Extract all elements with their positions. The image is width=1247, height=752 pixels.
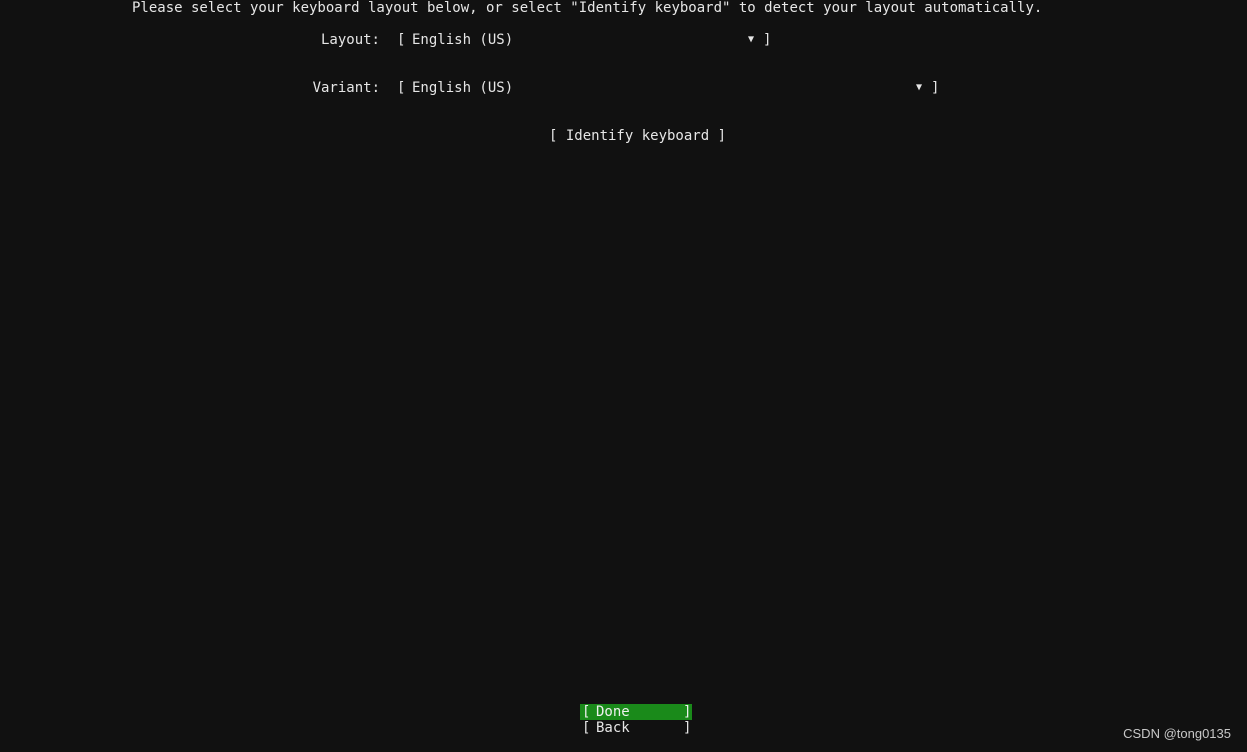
layout-select[interactable]: [ English (US) ▼ ]	[397, 32, 772, 48]
back-button-close-bracket: ]	[683, 720, 692, 736]
layout-select-value: English (US)	[412, 32, 514, 48]
layout-label: Layout:	[320, 32, 380, 48]
identify-keyboard-button[interactable]: [ Identify keyboard ]	[549, 128, 726, 144]
variant-select-value: English (US)	[412, 80, 514, 96]
layout-select-close-bracket: ]	[763, 32, 772, 48]
variant-label: Variant:	[312, 80, 380, 96]
instruction-text: Please select your keyboard layout below…	[132, 0, 1043, 16]
layout-select-open-bracket: [	[397, 32, 406, 48]
dropdown-arrow-icon: ▼	[748, 34, 755, 45]
variant-select-close-bracket: ]	[931, 80, 940, 96]
back-button-open-bracket: [	[582, 720, 591, 736]
variant-select-open-bracket: [	[397, 80, 406, 96]
done-button[interactable]: [ Done ]	[580, 704, 692, 720]
done-button-open-bracket: [	[582, 704, 591, 720]
back-button-label: Back	[596, 720, 630, 736]
back-button[interactable]: [ Back ]	[580, 720, 692, 736]
variant-select[interactable]: [ English (US) ▼ ]	[397, 80, 940, 96]
watermark: CSDN @tong0135	[1123, 726, 1231, 741]
dropdown-arrow-icon: ▼	[916, 82, 923, 93]
done-button-label: Done	[596, 704, 630, 720]
done-button-close-bracket: ]	[683, 704, 692, 720]
